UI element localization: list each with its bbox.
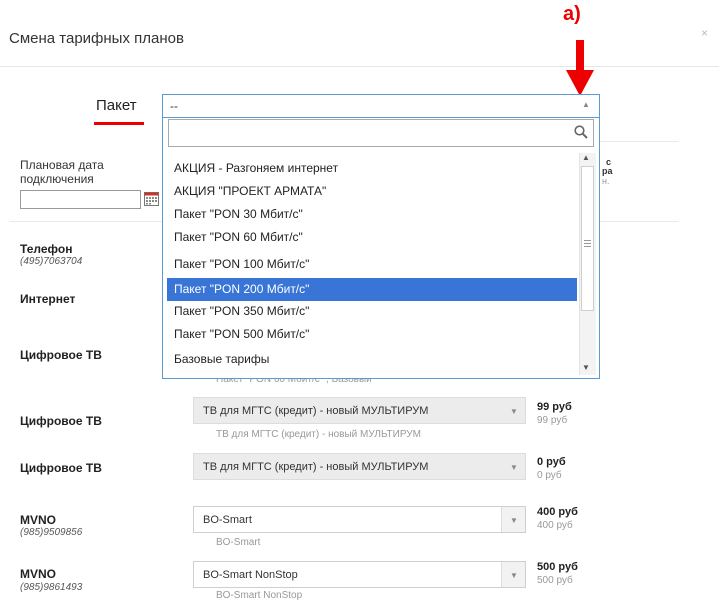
mvno2-price: 500 руб	[537, 561, 578, 573]
calendar-icon[interactable]	[144, 191, 159, 206]
package-option[interactable]: Базовые тарифы	[167, 348, 577, 371]
mvno2-phone-number: (985)9861493	[20, 582, 83, 593]
package-option[interactable]: Пакет "PON 60 Мбит/с"	[167, 226, 577, 249]
hidden-column-text-3: н.	[602, 176, 610, 186]
package-search-input[interactable]	[168, 119, 594, 147]
tv2-sub-text: ТВ для МГТС (кредит) - новый МУЛЬТИРУМ	[216, 429, 421, 440]
package-option[interactable]: Пакет "PON 30 Мбит/с"	[167, 203, 577, 226]
service-title-mvno2: MVNO	[20, 567, 56, 581]
mvno1-price: 400 руб	[537, 506, 578, 518]
scroll-up-icon[interactable]: ▲	[582, 153, 590, 162]
mvno2-sub-text: BO-Smart NonStop	[216, 590, 303, 601]
package-option[interactable]: Пакет "PON 500 Мбит/с"	[167, 323, 577, 346]
mvno1-sub-text: BO-Smart	[216, 537, 261, 548]
tv2-price: 99 руб	[537, 401, 572, 413]
tv3-select-value: ТВ для МГТС (кредит) - новый МУЛЬТИРУМ	[203, 461, 429, 473]
tv2-select-value: ТВ для МГТС (кредит) - новый МУЛЬТИРУМ	[203, 405, 429, 417]
chevron-down-icon[interactable]: ▼	[510, 463, 518, 472]
service-title-tv3: Цифровое ТВ	[20, 461, 102, 475]
package-option[interactable]: АКЦИЯ "ПРОЕКТ АРМАТА"	[167, 180, 577, 203]
scrollbar-grip	[584, 243, 591, 244]
scroll-down-icon[interactable]: ▼	[582, 363, 590, 372]
annotation-arrow-icon	[566, 40, 594, 96]
mvno1-phone-number: (985)9509856	[20, 527, 83, 538]
planned-date-label-line2: подключения	[20, 172, 94, 186]
tv3-price: 0 руб	[537, 456, 566, 468]
service-title-tv2: Цифровое ТВ	[20, 414, 102, 428]
close-icon[interactable]: ×	[701, 26, 708, 40]
package-option-highlighted[interactable]: Пакет "PON 200 Мбит/с"	[167, 278, 577, 301]
package-select[interactable]	[162, 94, 600, 118]
row-divider	[600, 141, 679, 142]
planned-date-label-line1: Плановая дата	[20, 158, 104, 172]
chevron-up-icon[interactable]: ▲	[582, 100, 590, 109]
service-title-phone: Телефон	[20, 242, 73, 256]
package-label: Пакет	[96, 97, 137, 114]
service-title-tv1: Цифровое ТВ	[20, 348, 102, 362]
annotation-underline	[94, 122, 144, 125]
planned-date-label: Плановая дата подключения	[20, 158, 140, 186]
chevron-down-icon[interactable]: ▼	[510, 516, 518, 525]
planned-date-input[interactable]	[20, 190, 141, 209]
chevron-down-icon[interactable]: ▼	[510, 571, 518, 580]
header-divider	[0, 66, 719, 67]
hidden-column-text-2: ра	[602, 166, 613, 176]
dialog-title: Смена тарифных планов	[9, 30, 184, 47]
dropdown-scrollbar-thumb[interactable]	[581, 166, 594, 311]
mvno2-price-sub: 500 руб	[537, 575, 573, 586]
mvno1-select-value: BO-Smart	[203, 514, 252, 526]
chevron-down-icon[interactable]: ▼	[510, 407, 518, 416]
annotation-label: a)	[563, 3, 581, 25]
package-option[interactable]: Пакет "PON 350 Мбит/с"	[167, 300, 577, 323]
package-option[interactable]: Пакет "PON 100 Мбит/с"	[167, 253, 577, 276]
service-title-mvno1: MVNO	[20, 513, 56, 527]
mvno1-price-sub: 400 руб	[537, 520, 573, 531]
scrollbar-grip	[584, 246, 591, 247]
scrollbar-grip	[584, 240, 591, 241]
mvno2-select-value: BO-Smart NonStop	[203, 569, 298, 581]
tv2-price-sub: 99 руб	[537, 415, 568, 426]
service-title-internet: Интернет	[20, 292, 76, 306]
tv3-price-sub: 0 руб	[537, 470, 562, 481]
search-icon	[574, 125, 588, 139]
package-option[interactable]: АКЦИЯ - Разгоняем интернет	[167, 157, 577, 180]
service-phone-number: (495)7063704	[20, 256, 83, 267]
package-select-value: --	[170, 99, 178, 113]
